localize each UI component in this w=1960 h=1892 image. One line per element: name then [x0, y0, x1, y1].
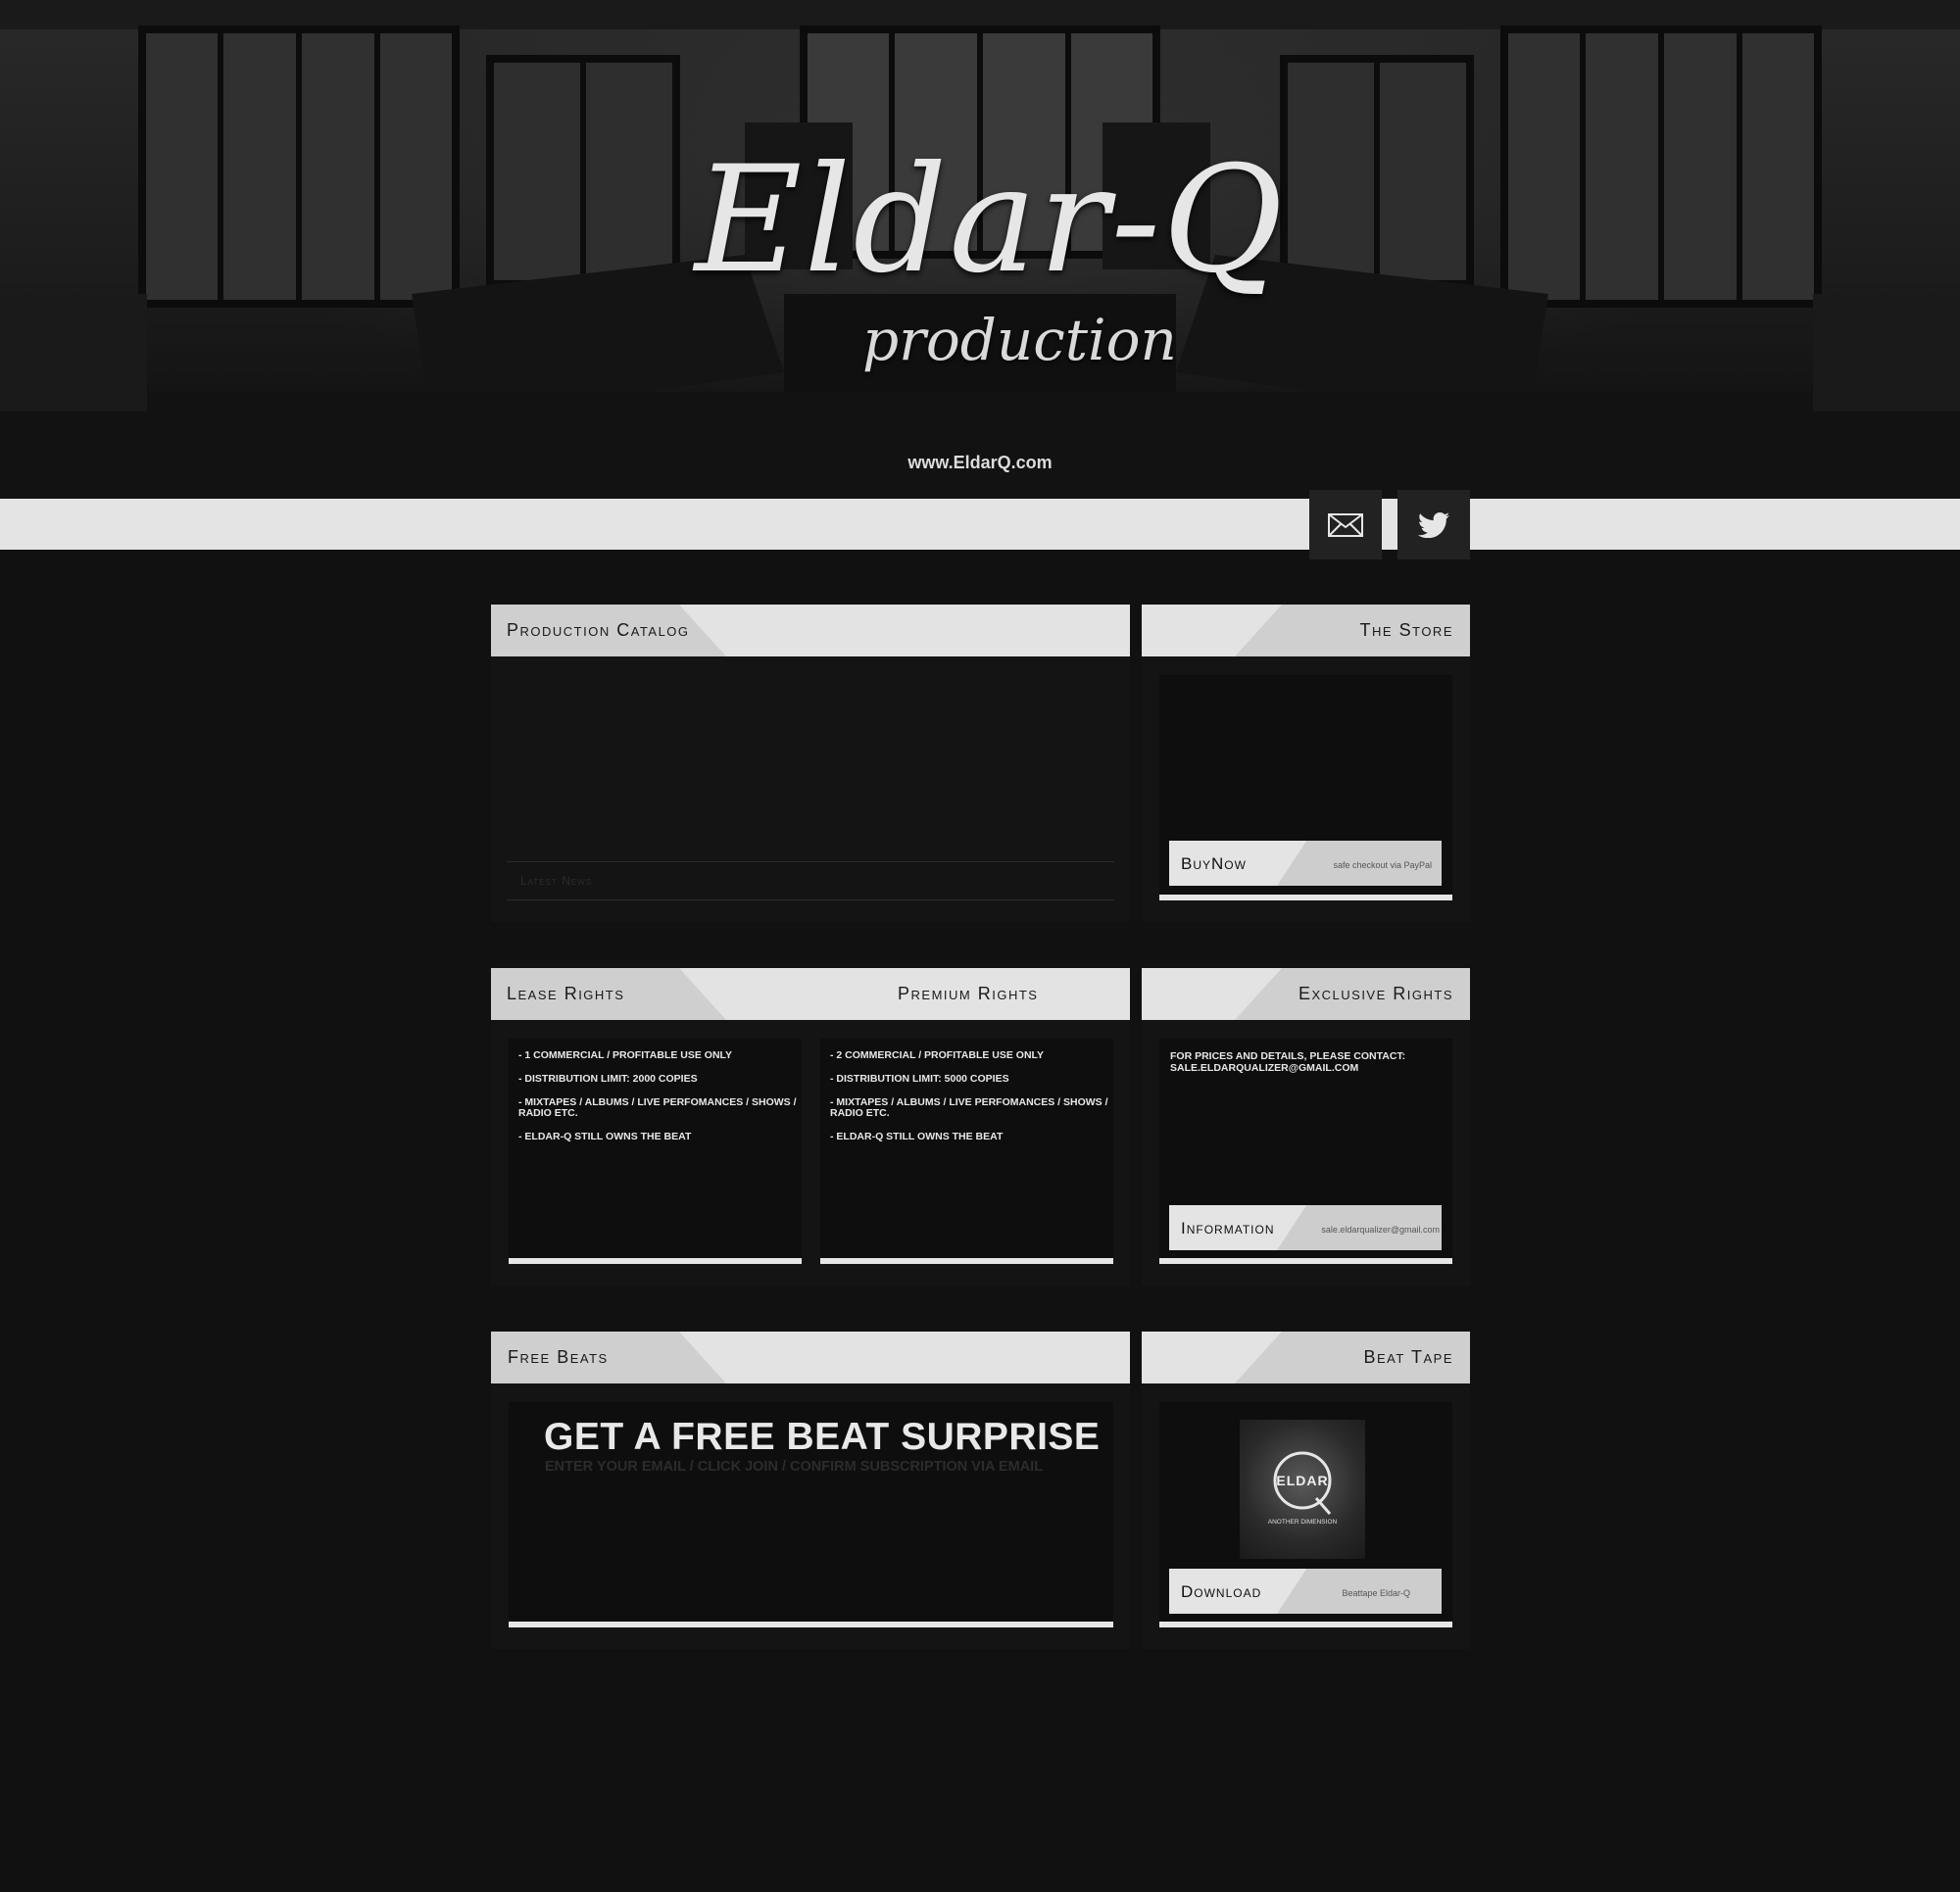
logo-subtitle: production — [862, 307, 1177, 373]
hero-banner: Eldar-Q production www.EldarQ.com — [0, 0, 1960, 498]
panel-header: Free Beats — [491, 1332, 1130, 1383]
free-beats-content: GET A FREE BEAT SURPRISE ENTER YOUR EMAI… — [509, 1402, 1113, 1625]
free-beats-panel: Free Beats GET A FREE BEAT SURPRISE ENTE… — [491, 1332, 1130, 1649]
list-item: - ELDAR-Q STILL OWNS THE BEAT — [518, 1131, 692, 1142]
divider — [507, 861, 1114, 862]
panel-title: The Store — [1359, 620, 1453, 640]
beat-tape-bar — [1159, 1622, 1452, 1627]
premium-bar — [820, 1258, 1113, 1264]
twitter-icon — [1418, 511, 1449, 538]
premium-rights-box[interactable]: - 2 COMMERCIAL / PROFITABLE USE ONLY - D… — [820, 1039, 1113, 1262]
lease-rights-box[interactable]: - 1 COMMERCIAL / PROFITABLE USE ONLY - D… — [509, 1039, 802, 1262]
exclusive-content: FOR PRICES AND DETAILS, PLEASE CONTACT: … — [1159, 1039, 1452, 1262]
list-item: - 2 COMMERCIAL / PROFITABLE USE ONLY — [830, 1049, 1044, 1061]
cover-emblem-icon — [1273, 1451, 1332, 1515]
twitter-button[interactable] — [1397, 490, 1470, 559]
list-item: - ELDAR-Q STILL OWNS THE BEAT — [830, 1131, 1004, 1142]
information-note: sale.eldarqualizer@gmail.com — [1321, 1225, 1440, 1235]
panel-title: Exclusive Rights — [1298, 984, 1453, 1003]
store-bar — [1159, 895, 1452, 900]
catalog-content — [507, 673, 1114, 845]
free-beats-bar — [509, 1622, 1113, 1627]
premium-rights-list: - 2 COMMERCIAL / PROFITABLE USE ONLY - D… — [830, 1050, 1109, 1155]
exclusive-rights-panel: Exclusive Rights FOR PRICES AND DETAILS,… — [1142, 968, 1470, 1286]
latest-news-label[interactable]: Latest News — [520, 874, 592, 888]
production-catalog-panel: Production Catalog Latest News — [491, 605, 1130, 922]
buy-now-button[interactable]: BuyNow safe checkout via PayPal — [1169, 841, 1442, 886]
store-panel: The Store BuyNow safe checkout via PayPa… — [1142, 605, 1470, 922]
lease-bar — [509, 1258, 802, 1264]
cover-title: ELDAR — [1276, 1473, 1329, 1488]
buy-now-note: safe checkout via PayPal — [1333, 860, 1432, 870]
download-label: Download — [1181, 1582, 1262, 1601]
cover-subtitle: ANOTHER DIMENSION — [1267, 1519, 1338, 1526]
panel-title: Free Beats — [508, 1347, 609, 1367]
lease-rights-list: - 1 COMMERCIAL / PROFITABLE USE ONLY - D… — [518, 1050, 798, 1155]
mail-icon — [1328, 512, 1363, 537]
list-item: - MIXTAPES / ALBUMS / LIVE PERFOMANCES /… — [830, 1096, 1108, 1119]
panel-title: Beat Tape — [1363, 1347, 1453, 1367]
download-button[interactable]: Download Beattape Eldar-Q — [1169, 1569, 1442, 1614]
logo-title: Eldar-Q — [694, 135, 1286, 306]
information-label: Information — [1181, 1219, 1275, 1237]
panel-header: Beat Tape — [1142, 1332, 1470, 1383]
panel-header: Exclusive Rights — [1142, 968, 1470, 1020]
free-beat-subline: ENTER YOUR EMAIL / CLICK JOIN / CONFIRM … — [545, 1459, 1044, 1475]
download-note: Beattape Eldar-Q — [1342, 1588, 1410, 1598]
information-button[interactable]: Information sale.eldarqualizer@gmail.com — [1169, 1205, 1442, 1250]
rights-panel: Lease Rights Premium Rights - 1 COMMERCI… — [491, 968, 1130, 1286]
list-item: - DISTRIBUTION LIMIT: 5000 COPIES — [830, 1073, 1009, 1085]
panel-header: Production Catalog — [491, 605, 1130, 656]
panel-header: Lease Rights Premium Rights — [491, 968, 1130, 1020]
exclusive-bar — [1159, 1258, 1452, 1264]
buy-now-label: BuyNow — [1181, 854, 1247, 873]
lease-rights-title: Lease Rights — [507, 984, 625, 1003]
panel-title: Production Catalog — [507, 620, 690, 640]
site-url[interactable]: www.EldarQ.com — [882, 453, 1078, 473]
beat-tape-content: ELDAR ANOTHER DIMENSION Download Beattap… — [1159, 1402, 1452, 1625]
list-item: - 1 COMMERCIAL / PROFITABLE USE ONLY — [518, 1049, 732, 1061]
free-beat-headline: GET A FREE BEAT SURPRISE — [544, 1416, 1101, 1458]
nav-bar — [0, 499, 1960, 550]
panel-header: The Store — [1142, 605, 1470, 656]
exclusive-contact-text: FOR PRICES AND DETAILS, PLEASE CONTACT: … — [1170, 1050, 1406, 1074]
list-item: - DISTRIBUTION LIMIT: 2000 COPIES — [518, 1073, 698, 1085]
mail-button[interactable] — [1309, 490, 1382, 559]
beat-tape-panel: Beat Tape ELDAR ANOTHER DIMENSION Downlo… — [1142, 1332, 1470, 1649]
list-item: - MIXTAPES / ALBUMS / LIVE PERFOMANCES /… — [518, 1096, 797, 1119]
beat-tape-cover[interactable]: ELDAR ANOTHER DIMENSION — [1240, 1420, 1365, 1559]
premium-rights-title: Premium Rights — [898, 984, 1039, 1003]
divider — [507, 899, 1114, 900]
store-content: BuyNow safe checkout via PayPal — [1159, 675, 1452, 897]
